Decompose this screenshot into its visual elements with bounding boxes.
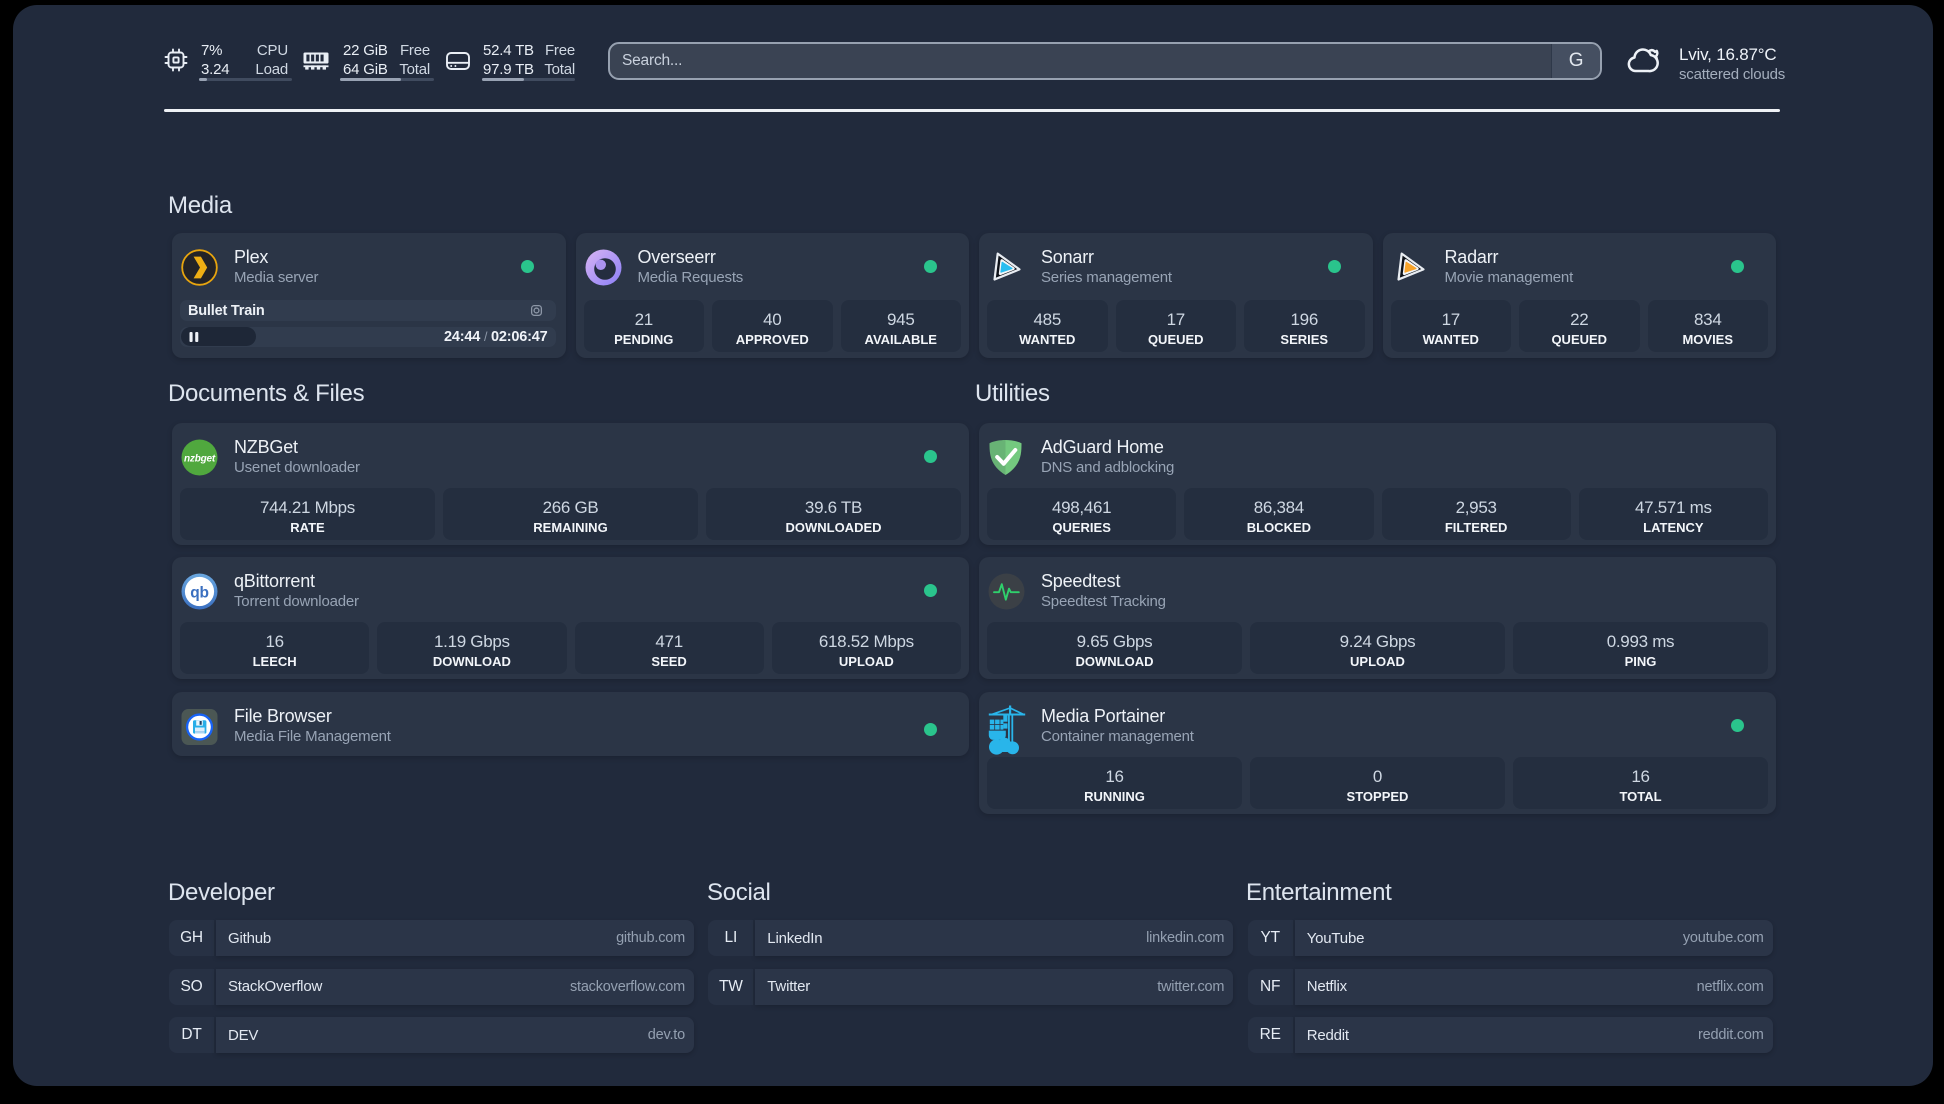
svg-text:nzbget: nzbget: [184, 454, 216, 465]
svg-text:qb: qb: [190, 585, 209, 602]
